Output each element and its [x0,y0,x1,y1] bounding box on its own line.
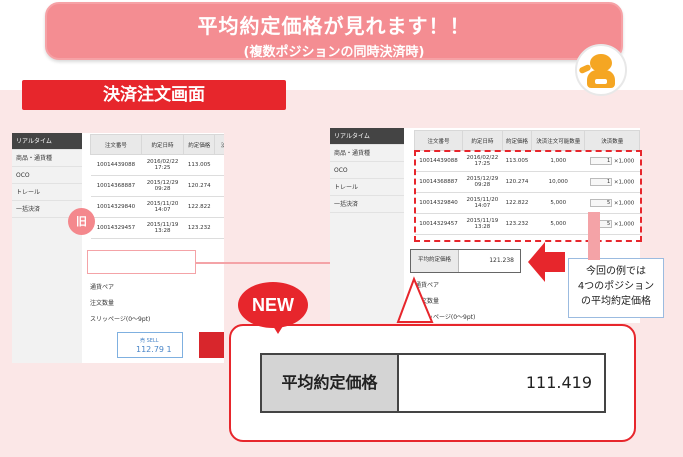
new-badge: NEW [238,282,308,328]
banner-title: 平均約定価格が見れます！！ [197,14,471,38]
position-table: 注文番号 約定日時 約定価格 決済注文可能数量 決済数量 10014439088… [90,134,224,239]
buy-button[interactable] [199,332,224,358]
table-row: 10014368887 2015/12/2909:28 120.274 10,0… [90,175,224,197]
mascot-icon [575,44,627,96]
sidebar-item-product[interactable]: 商品・通貨種 [12,150,82,167]
qty-cell: 5,000 [214,217,224,239]
col-price: 約定価格 [183,134,216,155]
sidebar-item-realtime[interactable]: リアルタイム [12,133,82,150]
sidebar-item-trail[interactable]: トレール [12,184,82,201]
table-row: 10014329457 2015/11/1913:28 123.232 5,00… [90,217,224,239]
section-label: 決済注文画面 [22,80,286,110]
old-screen: リアルタイム 商品・通貨種 OCO トレール 一括決済 注文番号 約定日時 約定… [12,133,224,363]
sell-label: 売 SELL [140,338,159,344]
sidebar: リアルタイム 商品・通貨種 OCO トレール 一括決済 [12,133,82,363]
price-cell: 120.274 [183,175,215,197]
note-line-3: の平均約定価格 [581,296,651,307]
qty-label: 注文数量 [90,300,115,307]
order-no: 10014329840 [90,196,142,218]
col-price: 約定価格 [501,130,533,151]
order-no: 10014329457 [90,217,142,239]
qty-cell: 1,000 [214,154,224,176]
sidebar-item-oco[interactable]: OCO [330,162,404,179]
old-empty-slot [87,250,196,274]
pair-label: 通貨ペア [90,284,115,291]
note-line-2: 4つのポジション [577,281,655,292]
example-note: 今回の例では 4つのポジション の平均約定価格 [568,258,664,318]
date-cell: 2015/11/20 14:07 [141,196,184,218]
qty-cell: 10,000 [214,175,224,197]
title-banner: 平均約定価格が見れます！！ (複数ポジションの同時決済時) [45,2,623,60]
col-order-no: 注文番号 [414,130,463,151]
avg-price-label: 平均約定価格 [411,250,459,272]
banner-subtitle: (複数ポジションの同時決済時) [243,45,425,60]
sell-button[interactable]: 売 SELL 112.79 1 [117,332,183,358]
table-row: 10014439088 2016/02/2217:25 113.005 1,00… [90,154,224,176]
sell-price: 112.79 1 [136,345,172,354]
avg-price-field-large: 平均約定価格 111.419 [260,353,606,413]
col-order-no: 注文番号 [90,134,142,155]
date-cell: 2015/11/19 13:28 [141,217,184,239]
slippage-label: スリッページ(0〜9pt) [90,316,151,323]
col-date: 約定日時 [461,130,503,151]
order-no: 10014368887 [90,175,142,197]
positions-highlight [414,150,642,242]
table-row: 10014329840 2015/11/2014:07 122.822 5,00… [90,196,224,218]
order-no: 10014439088 [90,154,142,176]
price-cell: 122.822 [183,196,215,218]
avg-price-field-small: 平均約定価格 121.238 [410,249,521,273]
slippage-label: スリッページ(0〜9pt) [415,314,476,321]
avg-price-value: 121.238 [489,257,514,264]
sidebar-item-bulk[interactable]: 一括決済 [330,196,404,213]
qty-label: 注文数量 [415,298,440,305]
sidebar-item-realtime[interactable]: リアルタイム [330,128,404,145]
col-qty: 決済数量 [584,130,640,151]
pair-label: 通貨ペア [415,282,440,289]
note-line-1: 今回の例では [586,266,646,277]
price-cell: 123.232 [183,217,215,239]
qty-cell: 5,000 [214,196,224,218]
col-available: 決済注文可能数量 [531,130,586,151]
old-badge: 旧 [68,208,95,235]
sidebar-item-trail[interactable]: トレール [330,179,404,196]
price-cell: 113.005 [183,154,215,176]
infographic: 平均約定価格が見れます！！ (複数ポジションの同時決済時) 決済注文画面 リアル… [0,0,683,457]
avg-price-value-large: 111.419 [525,373,592,392]
sidebar-item-oco[interactable]: OCO [12,167,82,184]
avg-price-label-large: 平均約定価格 [262,355,399,411]
col-available: 決済注文可能数量 [214,134,224,155]
sidebar: リアルタイム 商品・通貨種 OCO トレール 一括決済 [330,128,404,323]
col-date: 約定日時 [140,134,185,155]
date-cell: 2016/02/22 17:25 [141,154,184,176]
date-cell: 2015/12/29 09:28 [141,175,184,197]
sidebar-item-product[interactable]: 商品・通貨種 [330,145,404,162]
